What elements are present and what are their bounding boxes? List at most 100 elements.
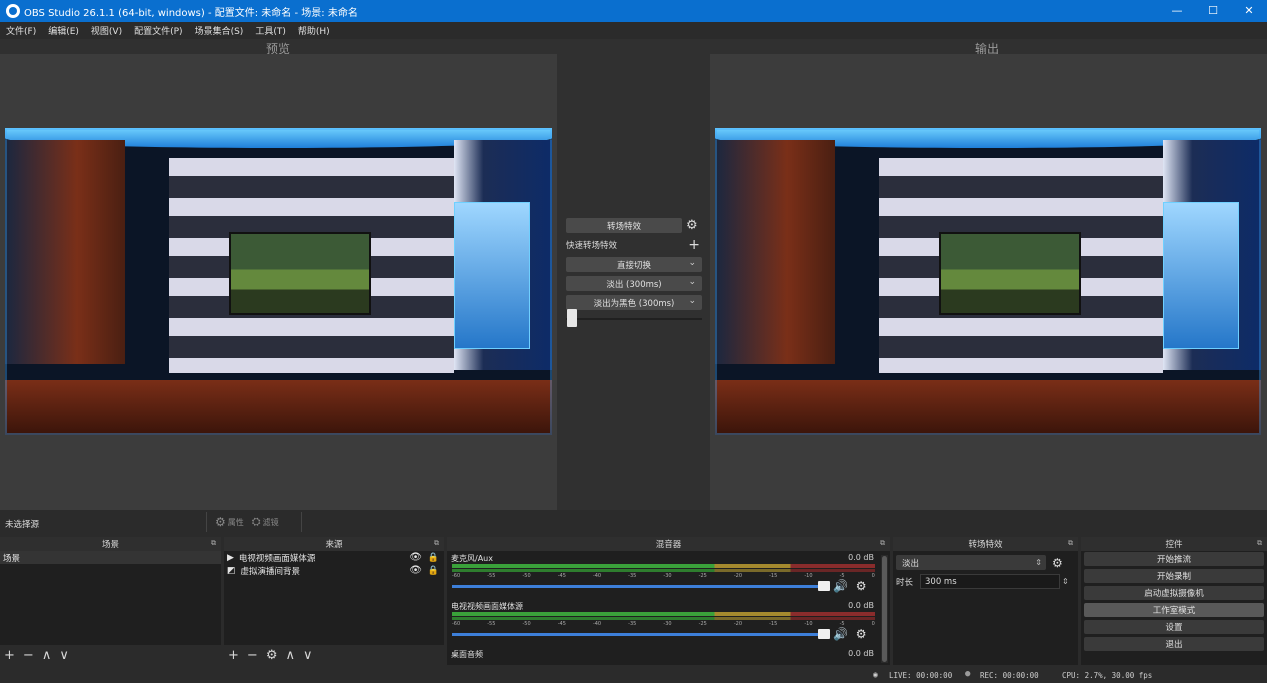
- source-list-item[interactable]: ◩ 虚拟演播间背景 👁 🔒: [224, 564, 444, 577]
- quick-transition-fade[interactable]: 淡出 (300ms) ⌄: [566, 276, 702, 291]
- tick-label: -45: [557, 621, 566, 627]
- tick-label: -25: [698, 621, 707, 627]
- transition-settings-gear-icon[interactable]: ⚙: [686, 218, 698, 233]
- float-dock-icon[interactable]: ⧉: [1068, 539, 1073, 548]
- start-virtual-camera-button[interactable]: 启动虚拟摄像机: [1084, 586, 1264, 600]
- volume-meter-peak: [452, 569, 875, 572]
- visibility-eye-icon[interactable]: 👁: [409, 552, 422, 563]
- gear-icon[interactable]: ⚙: [856, 627, 867, 641]
- quick-transition-label: 淡出 (300ms): [606, 279, 662, 290]
- start-recording-button[interactable]: 开始录制: [1084, 569, 1264, 583]
- lock-icon[interactable]: 🔒: [428, 566, 439, 576]
- properties-button[interactable]: 属性: [228, 517, 244, 528]
- transitions-title: 转场特效: [968, 540, 1003, 550]
- chevron-down-icon[interactable]: ⌄: [688, 258, 696, 268]
- menu-view[interactable]: 视图(V): [91, 24, 122, 37]
- menu-profile[interactable]: 配置文件(P): [134, 24, 182, 37]
- preview-pane[interactable]: [0, 54, 557, 510]
- exit-button[interactable]: 退出: [1084, 637, 1264, 651]
- close-button[interactable]: ✕: [1231, 0, 1267, 22]
- neon-glow: [5, 128, 552, 435]
- volume-meter: [452, 612, 875, 616]
- remove-scene-icon[interactable]: −: [23, 648, 34, 663]
- broadcast-icon: ◉: [873, 670, 878, 679]
- add-source-icon[interactable]: +: [228, 648, 239, 663]
- tick-label: -35: [628, 573, 637, 579]
- scenes-dock: 场景 ⧉ 场景 + − ∧ ∨: [0, 537, 221, 665]
- lock-icon[interactable]: 🔒: [428, 553, 439, 563]
- tbar-handle[interactable]: [567, 309, 577, 327]
- spinner-arrows-icon[interactable]: ⇕: [1062, 577, 1069, 586]
- scene-list-item[interactable]: 场景: [0, 551, 221, 564]
- move-down-icon[interactable]: ∨: [303, 648, 313, 663]
- quick-transition-label: 淡出为黑色 (300ms): [593, 298, 675, 309]
- gear-icon[interactable]: ⚙: [856, 579, 867, 593]
- filters-button[interactable]: 滤镜: [263, 517, 279, 528]
- channel-controls: 🔊 ⚙: [833, 627, 867, 641]
- tbar-track: [566, 318, 702, 320]
- remove-source-icon[interactable]: −: [247, 648, 258, 663]
- transition-button[interactable]: 转场特效: [566, 218, 682, 233]
- tick-label: -50: [522, 573, 531, 579]
- tick-label: -10: [804, 573, 813, 579]
- transition-select[interactable]: 淡出 ⇕: [896, 555, 1046, 570]
- move-down-icon[interactable]: ∨: [59, 648, 69, 663]
- tbar-slider[interactable]: [566, 309, 702, 327]
- speaker-icon[interactable]: 🔊: [833, 579, 848, 593]
- tick-label: -60: [452, 573, 461, 579]
- minimize-button[interactable]: —: [1159, 0, 1195, 22]
- transitions-dock-title: 转场特效 ⧉: [893, 537, 1078, 551]
- chevron-down-icon[interactable]: ⌄: [688, 277, 696, 287]
- speaker-icon[interactable]: 🔊: [833, 627, 848, 641]
- volume-slider[interactable]: [452, 633, 827, 636]
- tick-label: -40: [592, 573, 602, 579]
- preview-scene-image[interactable]: [5, 128, 552, 435]
- output-pane[interactable]: [710, 54, 1267, 510]
- gear-icon[interactable]: ⚙: [1052, 556, 1063, 570]
- float-dock-icon[interactable]: ⧉: [880, 539, 885, 548]
- neon-glow: [715, 128, 1261, 435]
- menu-file[interactable]: 文件(F): [6, 24, 36, 37]
- add-quick-transition-icon[interactable]: +: [688, 237, 700, 253]
- tick-label: -30: [663, 621, 672, 627]
- quick-transition-fade-black[interactable]: 淡出为黑色 (300ms) ⌄: [566, 295, 702, 310]
- tick-label: -50: [522, 621, 531, 627]
- volume-slider[interactable]: [452, 585, 827, 588]
- menu-tools[interactable]: 工具(T): [255, 24, 286, 37]
- float-dock-icon[interactable]: ⧉: [211, 539, 216, 548]
- float-dock-icon[interactable]: ⧉: [434, 539, 439, 548]
- duration-label: 时长: [896, 577, 914, 588]
- volume-meter-peak: [452, 617, 875, 620]
- quick-transition-cut[interactable]: 直接切换 ⌄: [566, 257, 702, 272]
- meter-ticks: -60 -55 -50 -45 -40 -35 -30 -25 -20 -15 -10 -5 0: [452, 573, 875, 579]
- channel-controls: 🔊 ⚙: [833, 579, 867, 593]
- scrollbar-thumb[interactable]: [882, 556, 887, 662]
- visibility-eye-icon[interactable]: 👁: [409, 565, 422, 576]
- spinner-arrows-icon[interactable]: ⇕: [1035, 558, 1042, 567]
- tick-label: -45: [557, 573, 566, 579]
- float-dock-icon[interactable]: ⧉: [1257, 539, 1262, 548]
- menu-scene-collection[interactable]: 场景集合(S): [195, 24, 244, 37]
- add-scene-icon[interactable]: +: [4, 648, 15, 663]
- gear-icon[interactable]: ⚙: [266, 648, 278, 663]
- volume-handle[interactable]: [818, 581, 830, 591]
- mixer-scrollbar[interactable]: [881, 555, 888, 663]
- mixer-title: 混音器: [655, 540, 682, 550]
- duration-input[interactable]: 300 ms: [920, 574, 1060, 589]
- menu-help[interactable]: 帮助(H): [298, 24, 330, 37]
- settings-button[interactable]: 设置: [1084, 620, 1264, 634]
- start-streaming-button[interactable]: 开始推流: [1084, 552, 1264, 566]
- studio-mode-button[interactable]: 工作室模式: [1084, 603, 1264, 617]
- move-up-icon[interactable]: ∧: [285, 648, 295, 663]
- window-controls: — ☐ ✕: [1159, 0, 1267, 22]
- quick-transitions-label: 快速转场特效: [566, 241, 618, 251]
- maximize-button[interactable]: ☐: [1195, 0, 1231, 22]
- tick-label: -60: [452, 621, 461, 627]
- cpu-fps: CPU: 2.7%, 30.00 fps: [1062, 671, 1153, 680]
- move-up-icon[interactable]: ∧: [42, 648, 52, 663]
- menu-edit[interactable]: 编辑(E): [48, 24, 79, 37]
- tick-label: -35: [628, 621, 637, 627]
- volume-handle[interactable]: [818, 629, 830, 639]
- chevron-down-icon[interactable]: ⌄: [688, 296, 696, 306]
- source-list-item[interactable]: ▶ 电视视频画面媒体源 👁 🔒: [224, 551, 444, 564]
